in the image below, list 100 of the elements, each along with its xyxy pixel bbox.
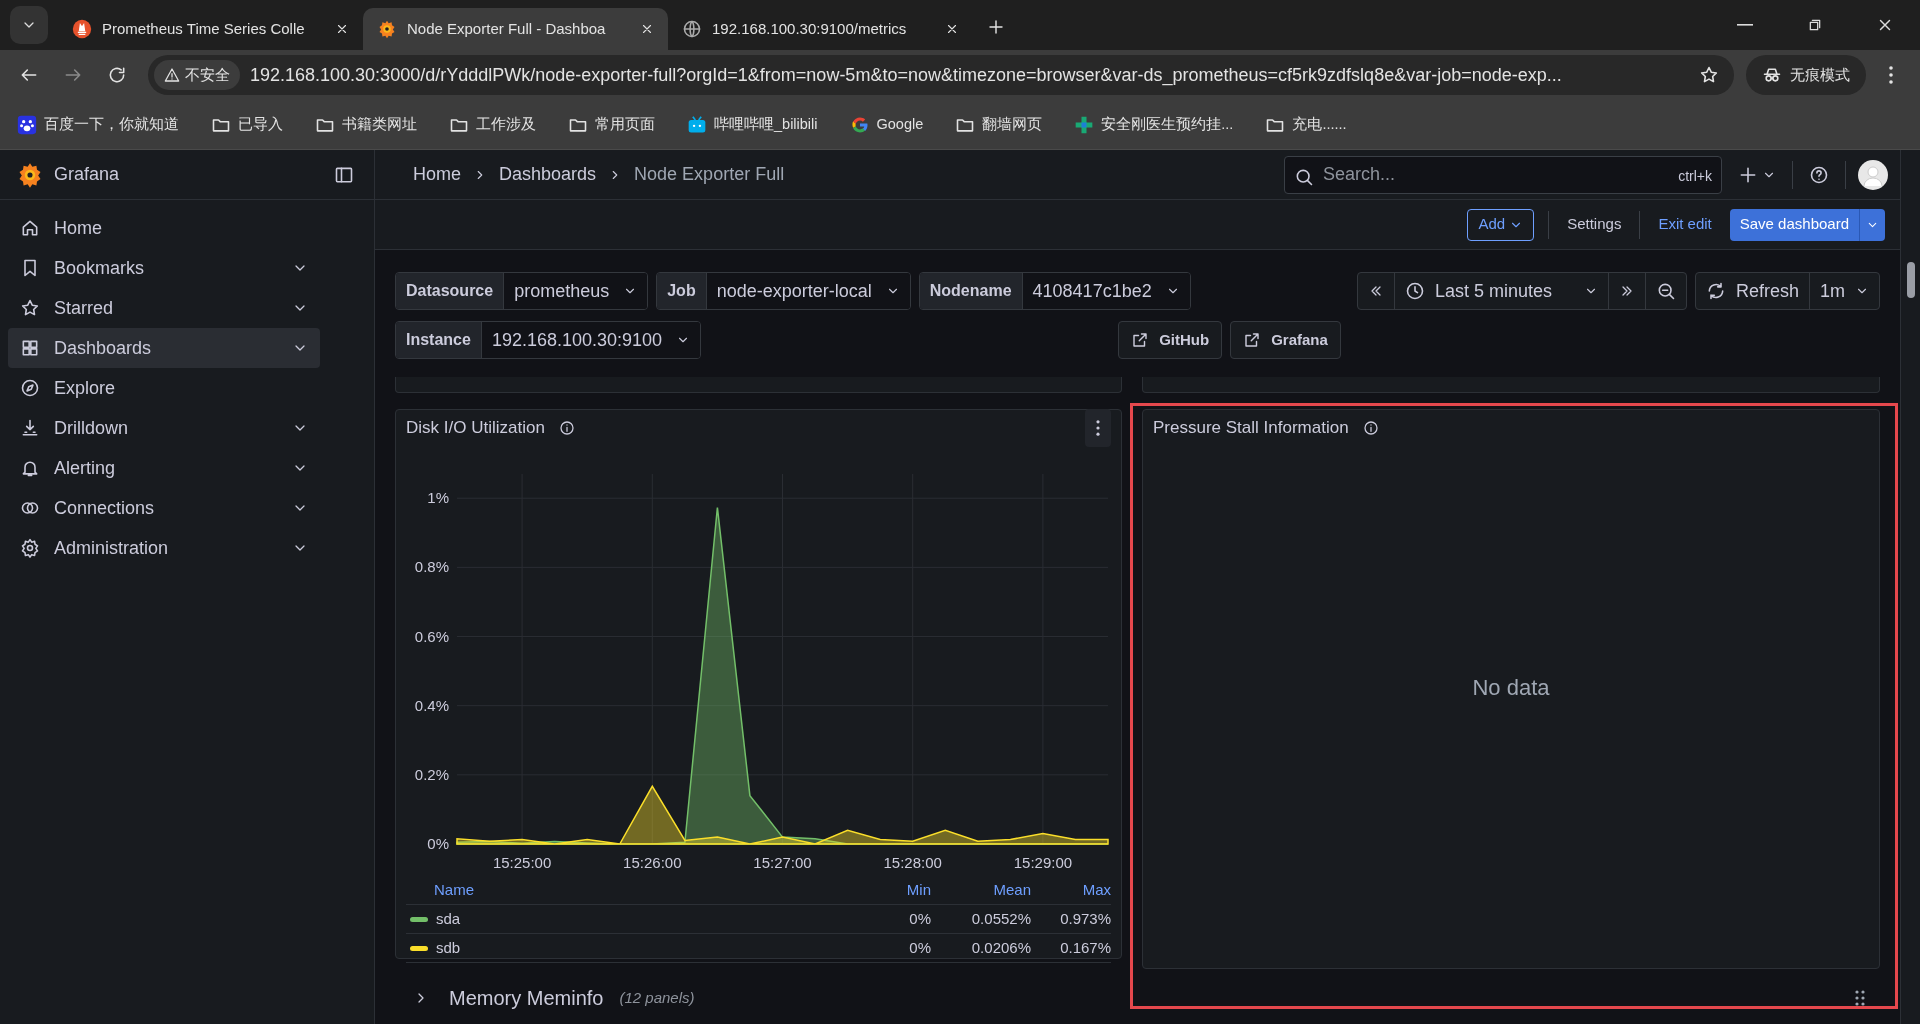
avatar[interactable] xyxy=(1858,159,1888,190)
legend-value: 0% xyxy=(909,937,931,958)
save-options-button[interactable] xyxy=(1859,208,1885,241)
plus-icon xyxy=(987,18,1005,36)
panel-title: Disk I/O Utilization xyxy=(406,417,545,440)
external-link-icon xyxy=(1243,331,1262,349)
bookmark-item[interactable]: 已导入 xyxy=(202,109,292,140)
column-header[interactable]: Mean xyxy=(993,878,1031,902)
compass-icon xyxy=(20,378,40,398)
panel-menu-button[interactable] xyxy=(1085,409,1111,447)
column-header[interactable]: Max xyxy=(1082,878,1111,902)
sidebar-item[interactable]: Administration xyxy=(8,528,320,568)
no-data-message: No data xyxy=(1472,673,1550,702)
help-icon xyxy=(1809,164,1829,185)
logo-icon xyxy=(377,19,397,39)
sidebar-item[interactable]: Dashboards xyxy=(8,328,320,368)
refresh-button[interactable]: Refresh xyxy=(1695,273,1810,309)
exit-edit-button[interactable]: Exit edit xyxy=(1654,213,1716,236)
breadcrumb-link[interactable]: Home xyxy=(413,161,461,188)
legend-value: 0% xyxy=(909,908,931,929)
sidebar-item[interactable]: Explore xyxy=(8,368,320,408)
axis-label: 15:27:00 xyxy=(753,854,812,871)
axis-label: 1% xyxy=(427,489,449,507)
scrollbar-thumb[interactable] xyxy=(1906,262,1915,298)
menu-icon xyxy=(1096,420,1100,436)
legend-value: 0.0206% xyxy=(971,937,1031,958)
sidebar-item[interactable]: Connections xyxy=(8,488,320,528)
cross-icon xyxy=(1074,114,1095,135)
reload-icon xyxy=(107,65,127,85)
sidebar-item[interactable]: Starred xyxy=(8,288,320,328)
browser-tab[interactable]: Prometheus Time Series Colle xyxy=(58,8,363,50)
dashboard-link[interactable]: Grafana xyxy=(1230,321,1341,359)
save-dashboard-button[interactable]: Save dashboard xyxy=(1729,208,1859,241)
row-title[interactable]: Memory Meminfo xyxy=(449,983,604,1013)
url-text: 192.168.100.30:3000/d/rYdddlPWk/node-exporter-full?orgId=1&from=now-5m&to=now&timezone=browser&var-ds_prometheus=cf5rk9zdfslq8e&var-job=node-exp... xyxy=(250,63,1563,88)
axis-label: 0.8% xyxy=(414,558,449,576)
app-name: Grafana xyxy=(54,163,121,186)
drag-handle[interactable] xyxy=(1854,989,1866,1007)
bell-icon xyxy=(20,458,40,478)
home-icon xyxy=(20,218,40,238)
bookmark-item[interactable]: 工作涉及 xyxy=(440,109,545,140)
globe-icon xyxy=(682,19,702,39)
bookmark-item[interactable]: 常用页面 xyxy=(559,109,664,140)
bookmark-item[interactable]: 充电...... xyxy=(1256,109,1356,140)
sidebar-item[interactable]: Bookmarks xyxy=(8,248,320,288)
external-link-icon xyxy=(1131,331,1150,349)
bookmark-item[interactable]: 翻墙网页 xyxy=(946,109,1052,140)
star-icon xyxy=(1699,65,1719,85)
bookmark-item[interactable]: 哔哩哔哩_bilibili xyxy=(678,109,827,140)
address-bar[interactable]: 不安全 192.168.100.30:3000/d/rYdddlPWk/node-exporter-full?orgId=1&from=now-5m&to=now&timezone=browser&var-ds_prometheus=cf5rk9zdfslq8e&var-job=node-exp... xyxy=(148,55,1734,95)
browser-tab[interactable]: Node Exporter Full - Dashboa xyxy=(363,8,668,50)
axis-label: 0.4% xyxy=(414,696,449,714)
grid-icon xyxy=(20,338,40,358)
sidebar-item[interactable]: Home xyxy=(8,208,320,248)
close-icon xyxy=(945,22,959,36)
paw-icon xyxy=(17,114,37,135)
search-icon xyxy=(1294,167,1314,188)
legend-value: 0.973% xyxy=(1060,908,1111,929)
bookmark-item[interactable]: Google xyxy=(840,109,933,140)
security-chip[interactable]: 不安全 xyxy=(154,60,240,90)
sidebar-item[interactable]: Drilldown xyxy=(8,408,320,448)
legend-label[interactable]: sda xyxy=(436,907,461,931)
axis-label: 15:28:00 xyxy=(883,854,942,871)
dashboard-link[interactable]: GitHub xyxy=(1118,321,1223,359)
warning-icon xyxy=(164,67,180,83)
axis-label: 15:26:00 xyxy=(623,854,682,871)
breadcrumb-link[interactable]: Node Exporter Full xyxy=(634,161,785,188)
axis-label: 0.6% xyxy=(414,627,449,645)
legend-value: 0.0552% xyxy=(971,908,1031,929)
axis-label: 0.2% xyxy=(414,765,449,783)
logo-icon xyxy=(72,19,92,39)
clock-icon xyxy=(1404,281,1425,301)
bookmark-item[interactable]: 书籍类网址 xyxy=(306,109,426,140)
panel-count: (12 panels) xyxy=(619,987,695,1008)
column-header[interactable]: Name xyxy=(434,878,474,902)
axis-label: 15:25:00 xyxy=(492,854,552,871)
close-icon xyxy=(640,22,654,36)
minimize-icon xyxy=(1737,24,1753,26)
refresh-interval-picker[interactable]: 1m xyxy=(1810,273,1879,309)
restore-icon xyxy=(1807,17,1823,33)
tv-icon xyxy=(687,114,707,135)
breadcrumb-link[interactable]: Dashboards xyxy=(499,161,597,188)
star-icon xyxy=(20,298,40,318)
gear-icon xyxy=(20,538,40,558)
bookmark-item[interactable]: 安全刚医生预约挂... xyxy=(1065,109,1243,140)
axis-label: 15:29:00 xyxy=(1013,854,1073,871)
add-button[interactable]: Add xyxy=(1467,208,1535,241)
close-icon xyxy=(335,22,349,36)
settings-button[interactable]: Settings xyxy=(1563,213,1626,236)
menu-icon xyxy=(1889,66,1893,84)
column-header[interactable]: Min xyxy=(906,878,931,902)
panel-title: Pressure Stall Information xyxy=(1153,417,1349,440)
incognito-icon xyxy=(1762,65,1782,85)
download-icon xyxy=(20,418,40,438)
incognito-chip[interactable]: 无痕模式 xyxy=(1746,55,1866,95)
info-icon xyxy=(1362,420,1379,436)
bookmark-item[interactable]: 百度一下，你就知道 xyxy=(8,109,188,140)
browser-tab[interactable]: 192.168.100.30:9100/metrics xyxy=(668,8,973,50)
legend-label[interactable]: sdb xyxy=(436,936,461,960)
sidebar-item[interactable]: Alerting xyxy=(8,448,320,488)
